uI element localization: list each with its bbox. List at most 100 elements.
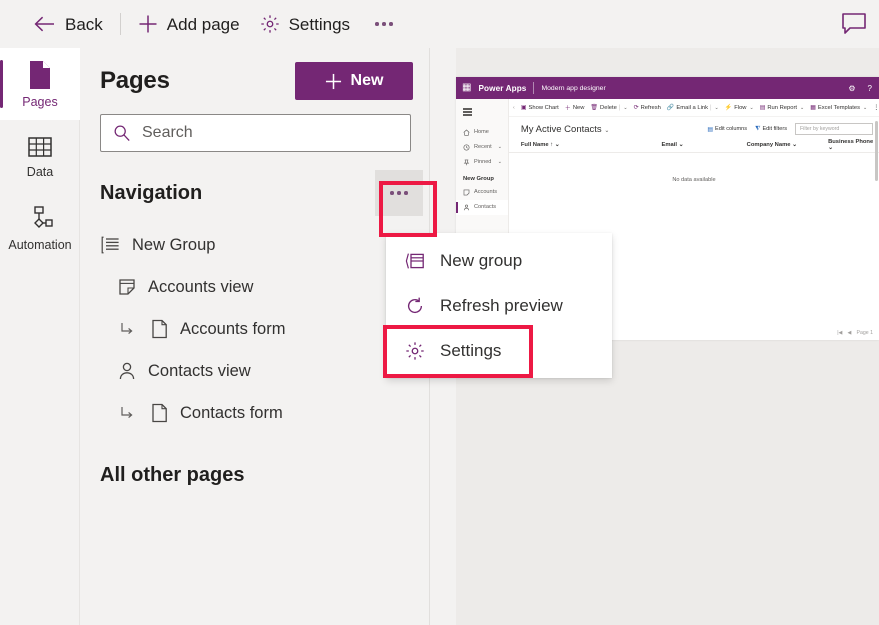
comments-button[interactable]: [835, 5, 873, 43]
context-menu-item-settings[interactable]: Settings: [386, 328, 612, 373]
preview-cmd-refresh[interactable]: ⟳ Refresh: [634, 104, 661, 112]
page-prev-icon[interactable]: ◀: [848, 330, 852, 336]
preview-cmd-flow[interactable]: ⚡ Flow ⌄: [725, 104, 754, 112]
tree-item-label: Accounts view: [148, 277, 254, 296]
navigation-tree: New Group Accounts view Accounts form Co…: [80, 224, 429, 434]
preview-edit-filters[interactable]: ⧨ Edit filters: [755, 126, 787, 133]
tree-item-accounts-form[interactable]: Accounts form: [80, 308, 429, 350]
search-input[interactable]: [142, 124, 398, 142]
tree-item-new-group[interactable]: New Group: [80, 224, 429, 266]
tree-item-label: Contacts form: [180, 403, 283, 422]
ellipsis-icon: [390, 191, 408, 195]
preview-view-selector[interactable]: My Active Contacts ⌄: [521, 124, 609, 135]
ellipsis-icon: [375, 22, 393, 26]
flow-icon: [26, 205, 54, 233]
preview-scrollbar[interactable]: [875, 121, 879, 340]
new-page-button-label: New: [350, 72, 384, 89]
header-divider: [533, 82, 535, 94]
context-menu-item-refresh-preview[interactable]: Refresh preview: [386, 283, 612, 328]
hamburger-icon[interactable]: [456, 104, 508, 125]
back-button[interactable]: Back: [24, 5, 113, 43]
preview-nav-label: Home: [474, 129, 489, 136]
gear-icon[interactable]: ⚙: [848, 84, 855, 93]
sub-arrow-icon: [116, 402, 138, 424]
preview-edit-columns[interactable]: ▤ Edit columns: [707, 126, 747, 133]
home-icon: [463, 129, 470, 136]
waffle-icon[interactable]: ▦: [462, 83, 471, 93]
preview-view-row: My Active Contacts ⌄ ▤ Edit columns ⧨ Edit…: [509, 117, 879, 138]
all-other-pages-title: All other pages: [100, 464, 245, 486]
form-page-icon: [148, 318, 170, 340]
preview-nav-contacts[interactable]: Contacts: [456, 199, 508, 215]
preview-nav-label: Contacts: [474, 204, 497, 211]
settings-button[interactable]: Settings: [250, 5, 360, 43]
preview-cmd-show-chart[interactable]: ▣ Show Chart: [521, 104, 559, 112]
preview-nav-accounts[interactable]: Accounts: [456, 185, 508, 200]
preview-cmd-delete[interactable]: 🗑 Delete | ⌄: [590, 104, 627, 112]
preview-cmd-email-a-link[interactable]: 🔗 Email a Link | ⌄: [667, 104, 719, 112]
page-title: Pages: [100, 67, 170, 94]
topbar-overflow-button[interactable]: [366, 7, 402, 41]
settings-button-label: Settings: [288, 14, 351, 34]
person-icon: [116, 360, 138, 382]
preview-column-header[interactable]: Email ⌄: [650, 142, 735, 148]
preview-cmd-overflow[interactable]: ⋮: [873, 105, 879, 111]
tree-item-contacts-form[interactable]: Contacts form: [80, 392, 429, 434]
preview-filter-input[interactable]: Filter by keyword: [795, 123, 873, 135]
new-page-button[interactable]: New: [295, 62, 413, 100]
tree-item-label: Contacts view: [148, 361, 251, 380]
toolbar-divider: [119, 13, 121, 35]
preview-back-chevron[interactable]: ‹: [513, 105, 515, 111]
person-icon: [463, 204, 470, 211]
rail-item-data-label: Data: [26, 164, 54, 179]
tree-item-accounts-view[interactable]: Accounts view: [80, 266, 429, 308]
top-command-bar: Back Add page Settings: [0, 0, 879, 48]
preview-nav-recent[interactable]: Recent ⌄: [456, 140, 508, 155]
preview-pager-label: Page 1: [856, 330, 873, 336]
recent-icon: [463, 144, 470, 151]
modern-app-designer-window: Back Add page Settings Pages Data Automa…: [0, 0, 879, 625]
plus-icon: [138, 14, 158, 34]
preview-view-name: My Active Contacts: [520, 123, 602, 135]
rail-item-data[interactable]: Data: [0, 120, 80, 192]
preview-cmd-excel-templates[interactable]: ▦ Excel Templates ⌄: [810, 104, 867, 112]
preview-header: ▦ Power Apps Modern app designer ⚙ ?: [456, 77, 879, 99]
preview-cmd-new[interactable]: ＋ New: [565, 103, 585, 113]
navigation-more-button[interactable]: [375, 170, 423, 216]
back-button-label: Back: [65, 14, 103, 34]
add-page-button[interactable]: Add page: [128, 5, 250, 43]
page-first-icon[interactable]: |◀: [837, 330, 842, 336]
preview-column-header[interactable]: Company Name ⌄: [735, 142, 816, 148]
preview-nav-home[interactable]: Home: [456, 125, 508, 140]
preview-nav-label: Recent: [474, 144, 492, 151]
preview-column-header[interactable]: Full Name ↑ ⌄: [509, 142, 650, 148]
navigation-context-menu: New group Refresh preview Settings: [386, 233, 612, 378]
preview-pager: |◀ ◀ Page 1: [837, 330, 873, 336]
page-icon: [27, 60, 53, 90]
rail-item-pages[interactable]: Pages: [0, 48, 80, 120]
view-icon: [463, 189, 470, 196]
context-menu-item-new-group[interactable]: New group: [386, 238, 612, 283]
preview-empty-message: No data available: [672, 177, 716, 183]
rail-item-pages-label: Pages: [22, 94, 58, 109]
view-icon: [116, 276, 138, 298]
left-rail: Pages Data Automation: [0, 48, 80, 625]
chevron-down-icon: ⌄: [497, 159, 502, 166]
pin-icon: [463, 159, 470, 166]
rail-item-automation[interactable]: Automation: [0, 192, 80, 264]
preview-cmd-run-report[interactable]: ▤ Run Report ⌄: [760, 104, 805, 112]
search-box[interactable]: [100, 114, 411, 152]
context-menu-item-label: Settings: [440, 340, 502, 360]
help-icon[interactable]: ?: [868, 84, 872, 93]
preview-column-header[interactable]: Business Phone ⌄: [816, 139, 879, 151]
pages-panel: Pages New Search Navigation New Group Ac…: [80, 48, 430, 625]
gear-icon: [260, 14, 280, 34]
plus-icon: [325, 73, 342, 90]
preview-nav-pinned[interactable]: Pinned ⌄: [456, 155, 508, 170]
pages-panel-header: Pages New: [80, 48, 429, 100]
search-icon: [113, 124, 131, 142]
tree-item-contacts-view[interactable]: Contacts view: [80, 350, 429, 392]
sub-arrow-icon: [116, 318, 138, 340]
search-wrapper: [80, 100, 429, 152]
preview-nav-label: Pinned: [474, 159, 492, 166]
